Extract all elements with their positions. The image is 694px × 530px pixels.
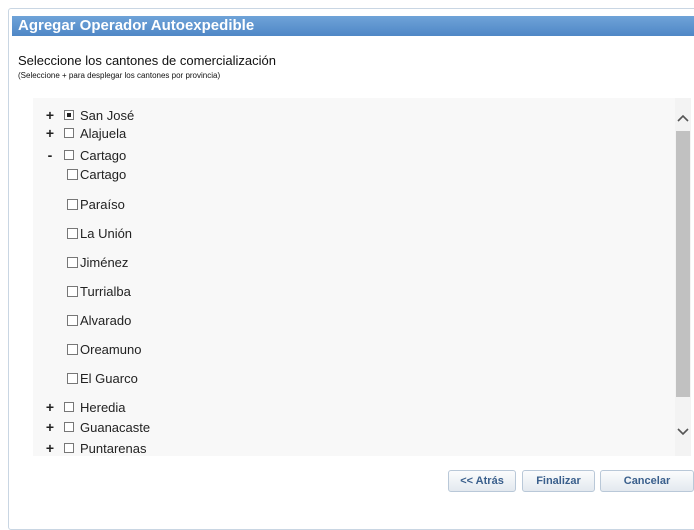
scrollbar-thumb[interactable] bbox=[676, 131, 690, 397]
canton-tree-panel bbox=[33, 98, 690, 456]
checkbox-alajuela[interactable] bbox=[64, 128, 74, 138]
chevron-up-icon[interactable] bbox=[676, 110, 690, 126]
expand-toggle[interactable]: + bbox=[44, 125, 56, 141]
canton-checkbox[interactable] bbox=[67, 227, 78, 239]
canton-item: Jiménez bbox=[67, 253, 128, 271]
canton-checkbox[interactable] bbox=[67, 285, 78, 297]
expand-toggle[interactable]: + bbox=[44, 399, 56, 415]
canton-label: Oreamuno bbox=[80, 341, 142, 357]
expand-toggle[interactable]: + bbox=[44, 440, 56, 456]
canton-item: La Unión bbox=[67, 224, 132, 242]
canton-item: El Guarco bbox=[67, 369, 138, 387]
canton-label: Cartago bbox=[80, 166, 127, 182]
canton-checkbox[interactable] bbox=[67, 168, 78, 180]
province-label: San José bbox=[80, 107, 135, 123]
canton-label: Paraíso bbox=[80, 196, 125, 212]
canton-item: Alvarado bbox=[67, 311, 131, 329]
tree-item-alajuela: + Alajuela bbox=[44, 124, 126, 142]
province-label: Puntarenas bbox=[80, 440, 147, 456]
canton-item: Turrialba bbox=[67, 282, 131, 300]
instructions-hint: (Seleccione + para desplegar los cantone… bbox=[18, 71, 221, 80]
canton-checkbox[interactable] bbox=[67, 372, 78, 384]
tree-item-puntarenas: + Puntarenas bbox=[44, 439, 147, 457]
collapse-toggle[interactable]: - bbox=[44, 147, 56, 163]
checkbox-cartago[interactable] bbox=[64, 150, 74, 160]
checkbox-san-jose[interactable] bbox=[64, 110, 74, 120]
instructions-text: Seleccione los cantones de comercializac… bbox=[18, 53, 276, 68]
tree-item-cartago: - Cartago bbox=[44, 146, 127, 164]
chevron-down-icon[interactable] bbox=[676, 424, 690, 440]
canton-label: Turrialba bbox=[80, 283, 131, 299]
checkbox-puntarenas[interactable] bbox=[64, 443, 74, 453]
tree-item-heredia: + Heredia bbox=[44, 398, 126, 416]
tree-item-guanacaste: + Guanacaste bbox=[44, 418, 150, 436]
checkbox-heredia[interactable] bbox=[64, 402, 74, 412]
canton-label: La Unión bbox=[80, 225, 133, 241]
canton-item: Cartago bbox=[67, 165, 126, 183]
canton-checkbox[interactable] bbox=[67, 343, 78, 355]
canton-label: Alvarado bbox=[80, 312, 132, 328]
expand-toggle[interactable]: + bbox=[44, 107, 56, 123]
expand-toggle[interactable]: + bbox=[44, 419, 56, 435]
province-label: Cartago bbox=[80, 147, 127, 163]
canton-item: Oreamuno bbox=[67, 340, 141, 358]
tree-item-san-jose: + San José bbox=[44, 106, 134, 124]
canton-label: El Guarco bbox=[80, 370, 138, 386]
province-label: Heredia bbox=[80, 399, 126, 415]
dialog-title: Agregar Operador Autoexpedible bbox=[12, 16, 694, 36]
canton-checkbox[interactable] bbox=[67, 256, 78, 268]
canton-label: Jiménez bbox=[80, 254, 129, 270]
province-label: Guanacaste bbox=[80, 419, 151, 435]
canton-checkbox[interactable] bbox=[67, 314, 78, 326]
canton-item: Paraíso bbox=[67, 195, 125, 213]
canton-checkbox[interactable] bbox=[67, 198, 78, 210]
checkbox-guanacaste[interactable] bbox=[64, 422, 74, 432]
province-label: Alajuela bbox=[80, 125, 127, 141]
